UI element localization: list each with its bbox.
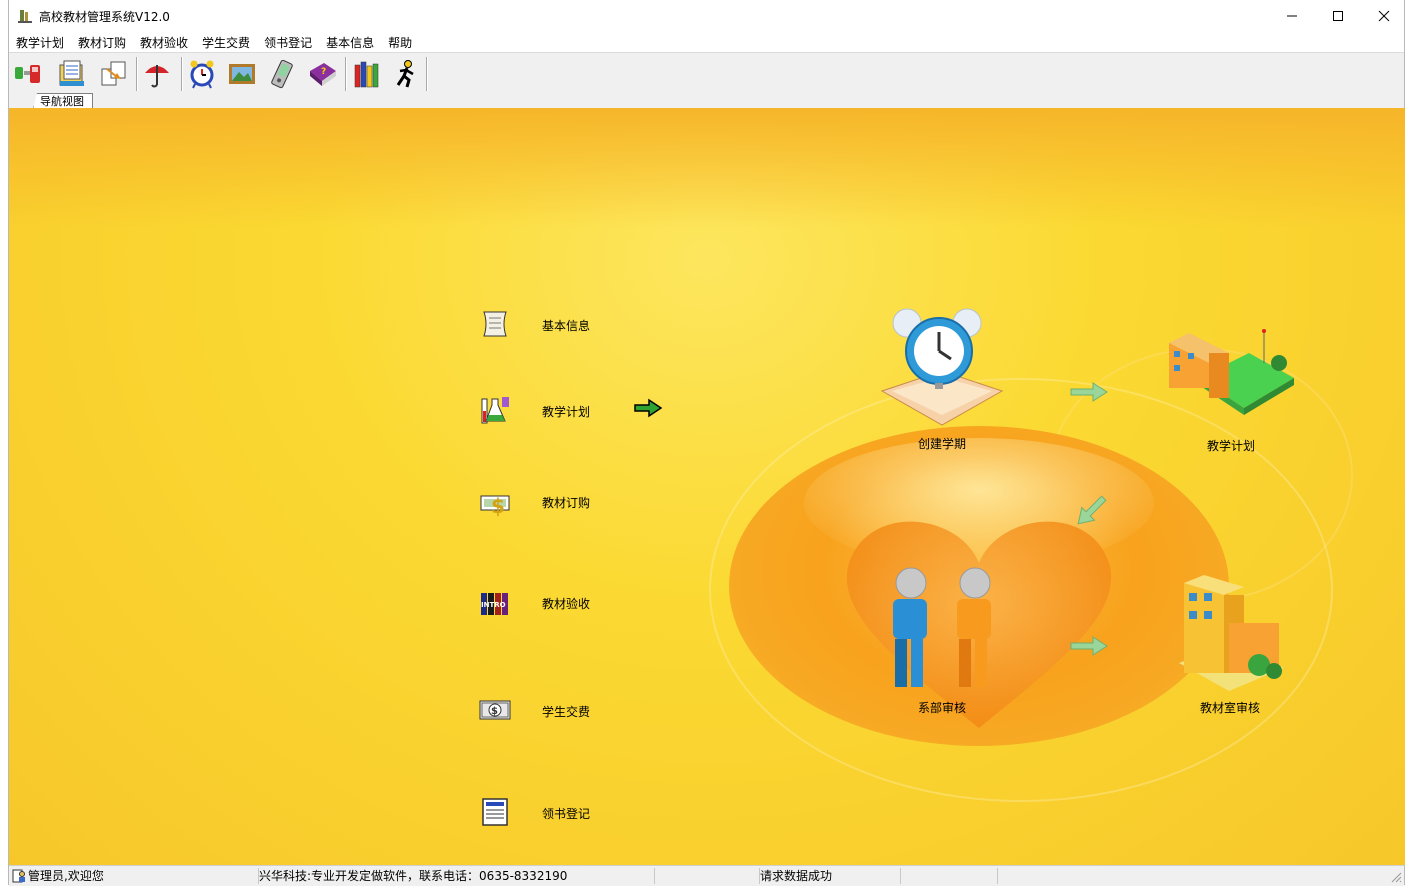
- svg-text:INTRO: INTRO: [481, 601, 506, 609]
- app-logo-icon: [17, 8, 33, 24]
- navigation-view: 基本信息 教学计划 $ 教材订购 INTRO 教材验收 $ 学生交费 领书登记 …: [9, 108, 1405, 865]
- toolbar-separator: [181, 57, 182, 91]
- toolbar-separator: [426, 57, 427, 91]
- exit-runner-icon[interactable]: [389, 57, 423, 91]
- toolbar-separator: [345, 57, 346, 91]
- nav-material-check[interactable]: 教材验收: [542, 595, 590, 612]
- window-title: 高校教材管理系统V12.0: [39, 10, 170, 24]
- user-icon: [12, 869, 26, 886]
- connect-icon[interactable]: [11, 57, 45, 91]
- label-material-review: 教材室审核: [1200, 701, 1261, 715]
- umbrella-icon[interactable]: [140, 57, 174, 91]
- minimize-button[interactable]: [1269, 0, 1315, 32]
- svg-text:$: $: [491, 706, 498, 717]
- svg-text:$: $: [491, 494, 505, 518]
- books-icon[interactable]: [349, 57, 383, 91]
- tab-navigation-view[interactable]: 导航视图: [33, 93, 93, 109]
- document-folder-icon[interactable]: [55, 57, 89, 91]
- view-tab-strip: 导航视图: [9, 92, 1404, 109]
- lab-icon[interactable]: [477, 392, 513, 428]
- menu-bar: 教学计划 教材订购 教材验收 学生交费 领书登记 基本信息 帮助: [9, 32, 1404, 52]
- nav-student-fee[interactable]: 学生交费: [542, 703, 590, 720]
- flow-arrow-right-icon: [1069, 634, 1109, 661]
- people-icon: [893, 567, 991, 687]
- title-bar: 高校教材管理系统V12.0: [9, 0, 1404, 32]
- money-book-icon[interactable]: $: [477, 484, 513, 520]
- label-dept-review: 系部审核: [918, 701, 967, 715]
- flow-arrow-right-icon: [1069, 380, 1109, 407]
- menu-basic-info[interactable]: 基本信息: [319, 34, 381, 51]
- intro-books-icon[interactable]: INTRO: [477, 585, 513, 621]
- scroll-icon[interactable]: [477, 306, 513, 342]
- status-company: 兴华科技:专业开发定做软件，联系电话：0635-8332190: [259, 868, 655, 884]
- menu-student-fee[interactable]: 学生交费: [195, 34, 257, 51]
- toolbar: ?: [9, 52, 1404, 93]
- copy-docs-icon[interactable]: [97, 57, 131, 91]
- label-teaching-plan: 教学计划: [1207, 439, 1256, 453]
- menu-teaching-plan[interactable]: 教学计划: [9, 34, 71, 51]
- create-term-node[interactable]: [877, 303, 1007, 433]
- close-button[interactable]: [1361, 0, 1406, 32]
- toolbar-separator: [136, 57, 137, 91]
- dollar-note-icon[interactable]: $: [477, 692, 513, 728]
- resize-grip-icon[interactable]: [1390, 871, 1402, 886]
- help-book-icon[interactable]: ?: [305, 57, 339, 91]
- nav-material-order[interactable]: 教材订购: [542, 494, 590, 511]
- app-window: 高校教材管理系统V12.0 教学计划 教材订购 教材验收 学生交费 领书登记 基…: [8, 0, 1405, 886]
- register-icon[interactable]: [477, 794, 513, 830]
- menu-material-check[interactable]: 教材验收: [133, 34, 195, 51]
- office-building-icon: [1179, 575, 1284, 691]
- menu-material-order[interactable]: 教材订购: [71, 34, 133, 51]
- nav-basic-info[interactable]: 基本信息: [542, 317, 590, 334]
- menu-help[interactable]: 帮助: [381, 34, 419, 51]
- menu-book-register[interactable]: 领书登记: [257, 34, 319, 51]
- flow-arrow-down-left-icon: [1071, 493, 1111, 532]
- dept-review-node[interactable]: [879, 563, 1009, 693]
- maximize-button[interactable]: [1315, 0, 1361, 32]
- school-building-icon: [1169, 329, 1294, 415]
- material-review-node[interactable]: [1174, 573, 1289, 698]
- status-bar: 管理员,欢迎您 兴华科技:专业开发定做软件，联系电话：0635-8332190 …: [9, 865, 1404, 886]
- pda-icon[interactable]: [265, 57, 299, 91]
- label-create-term: 创建学期: [918, 437, 967, 451]
- teaching-plan-node[interactable]: [1164, 323, 1294, 433]
- alarm-clock-icon[interactable]: [185, 57, 219, 91]
- status-user: 管理员,欢迎您: [28, 868, 259, 884]
- status-blank: [655, 868, 760, 884]
- picture-frame-icon[interactable]: [225, 57, 259, 91]
- go-arrow-icon: [633, 398, 663, 418]
- nav-book-register[interactable]: 领书登记: [542, 805, 590, 822]
- status-blank-2: [901, 868, 998, 884]
- status-message: 请求数据成功: [760, 868, 901, 884]
- alarm-clock-icon: [880, 308, 1004, 426]
- nav-teaching-plan[interactable]: 教学计划: [542, 403, 590, 420]
- svg-text:?: ?: [321, 67, 326, 77]
